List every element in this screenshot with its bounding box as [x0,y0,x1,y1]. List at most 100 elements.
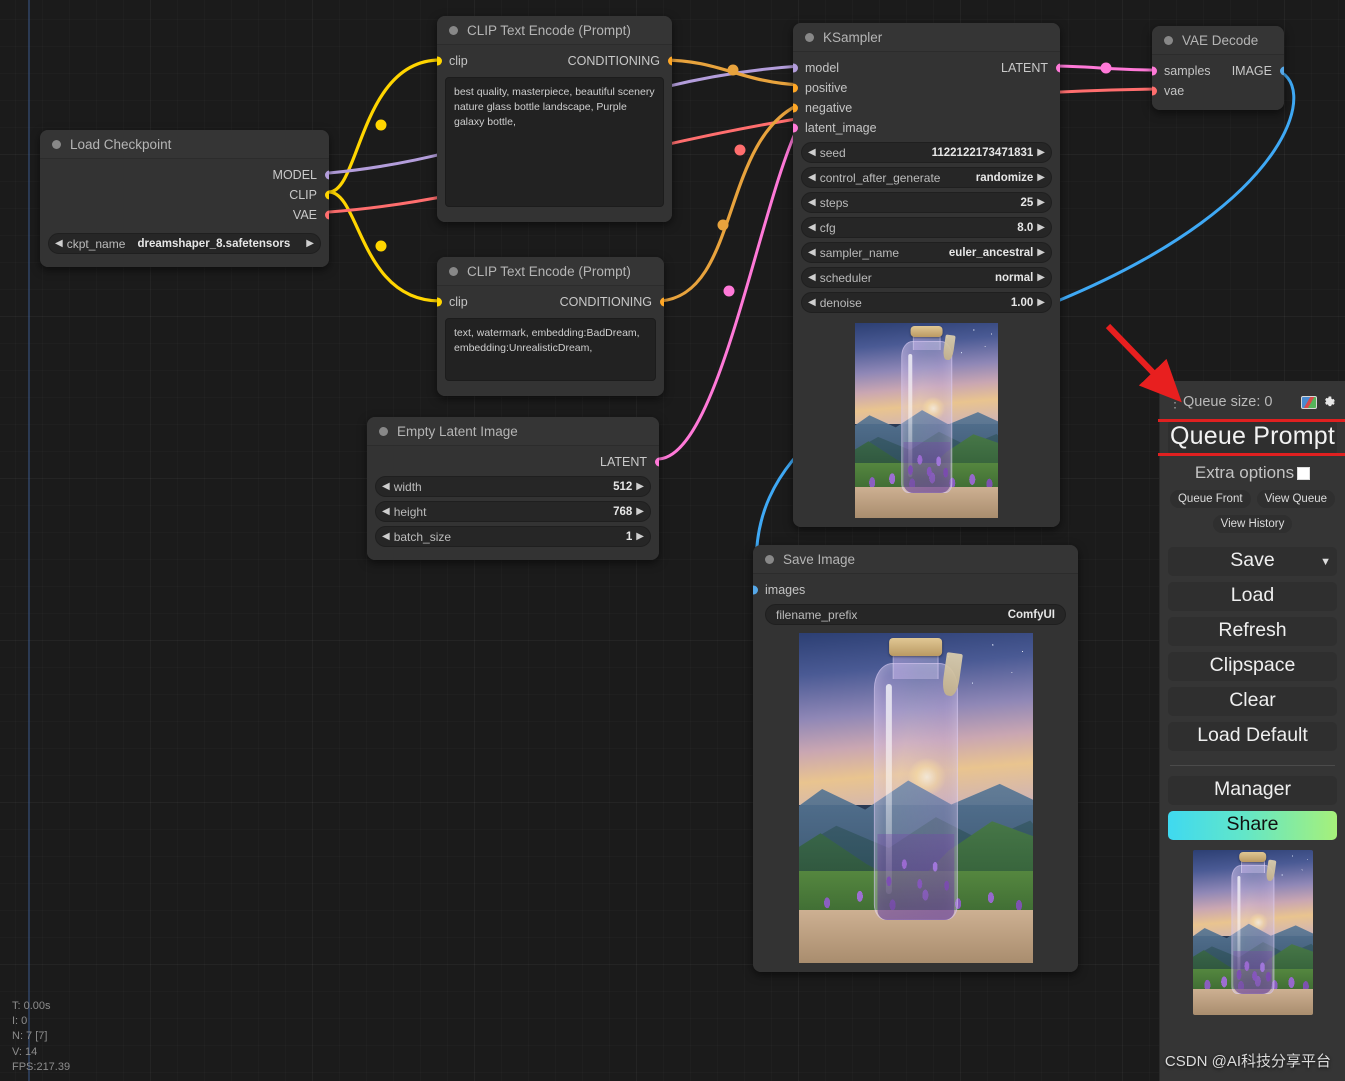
next-arrow-icon[interactable]: ▶ [306,238,314,249]
input-slot-latent-image[interactable]: latent_image [793,118,1060,138]
graph-canvas[interactable]: Load Checkpoint MODEL CLIP VAE ◀ ckpt_na… [0,0,1345,1081]
pin-image[interactable] [1279,66,1284,76]
pin-vae-in[interactable] [1152,86,1157,96]
pin-images[interactable] [753,585,758,595]
prev-arrow-icon[interactable]: ◀ [808,297,816,308]
panel-thumbnail-image[interactable] [1192,850,1313,1015]
widget-ckpt-name[interactable]: ◀ ckpt_name dreamshaper_8.safetensors ▶ [48,233,321,254]
next-arrow-icon[interactable]: ▶ [1037,172,1045,183]
load-button[interactable]: Load [1168,582,1337,611]
comfyui-menu-panel[interactable]: ⋮ Queue size: 0 Queue Prompt Extra optio… [1158,381,1345,1081]
output-slot-vae[interactable]: VAE [40,205,329,225]
prev-arrow-icon[interactable]: ◀ [382,481,390,492]
slot-row-clip-conditioning[interactable]: clip CONDITIONING [437,292,664,312]
collapse-icon[interactable] [449,25,458,35]
prev-arrow-icon[interactable]: ◀ [808,222,816,233]
clipspace-button[interactable]: Clipspace [1168,652,1337,681]
pin-vae[interactable] [324,210,329,220]
output-slot-model[interactable]: MODEL [40,165,329,185]
pin-negative[interactable] [793,103,798,113]
extra-options-checkbox[interactable] [1297,466,1311,480]
next-arrow-icon[interactable]: ▶ [1037,222,1045,233]
save-button[interactable]: Save ▼ [1168,547,1337,576]
pin-model[interactable] [324,170,329,180]
slot-row-model-latent[interactable]: model LATENT [793,58,1060,78]
slot-row-clip-conditioning[interactable]: clip CONDITIONING [437,51,672,71]
widget-sampler-name[interactable]: ◀ sampler_name euler_ancestral ▶ [801,242,1052,263]
node-title-bar[interactable]: Empty Latent Image [367,417,659,446]
widget-height[interactable]: ◀ height 768 ▶ [375,501,651,522]
pin-latent-out[interactable] [1055,63,1060,73]
slot-row-samples-image[interactable]: samples IMAGE [1152,61,1284,81]
pin-model-in[interactable] [793,63,798,73]
widget-width[interactable]: ◀ width 512 ▶ [375,476,651,497]
refresh-button[interactable]: Refresh [1168,617,1337,646]
collapse-icon[interactable] [765,554,774,564]
widget-steps[interactable]: ◀ steps 25 ▶ [801,192,1052,213]
ksampler-preview-image[interactable] [855,323,998,518]
next-arrow-icon[interactable]: ▶ [636,506,644,517]
prev-arrow-icon[interactable]: ◀ [382,531,390,542]
widget-control-after-generate[interactable]: ◀ control_after_generate randomize ▶ [801,167,1052,188]
pin-latent[interactable] [654,457,659,467]
widget-cfg[interactable]: ◀ cfg 8.0 ▶ [801,217,1052,238]
node-clip-text-encode-negative[interactable]: CLIP Text Encode (Prompt) clip CONDITION… [437,257,664,396]
clear-button[interactable]: Clear [1168,687,1337,716]
input-slot-positive[interactable]: positive [793,78,1060,98]
prev-arrow-icon[interactable]: ◀ [808,247,816,258]
node-title-bar[interactable]: KSampler [793,23,1060,52]
pin-positive[interactable] [793,83,798,93]
node-title-bar[interactable]: Save Image [753,545,1078,574]
collapse-icon[interactable] [1164,35,1173,45]
prev-arrow-icon[interactable]: ◀ [808,147,816,158]
save-image-preview[interactable] [798,633,1033,963]
widget-seed[interactable]: ◀ seed 1122122173471831 ▶ [801,142,1052,163]
widget-batch-size[interactable]: ◀ batch_size 1 ▶ [375,526,651,547]
pin-conditioning-out[interactable] [659,297,664,307]
pin-latent-image[interactable] [793,123,798,133]
node-vae-decode[interactable]: VAE Decode samples IMAGE vae [1152,26,1284,110]
collapse-icon[interactable] [379,426,388,436]
pin-clip-in[interactable] [437,297,442,307]
prev-arrow-icon[interactable]: ◀ [382,506,390,517]
gear-icon[interactable] [1322,395,1337,410]
widget-filename-prefix[interactable]: filename_prefix ComfyUI [765,604,1066,625]
node-clip-text-encode-positive[interactable]: CLIP Text Encode (Prompt) clip CONDITION… [437,16,672,222]
manager-button[interactable]: Manager [1168,776,1337,805]
image-preview-icon[interactable] [1301,395,1317,409]
node-load-checkpoint[interactable]: Load Checkpoint MODEL CLIP VAE ◀ ckpt_na… [40,130,329,267]
node-title-bar[interactable]: CLIP Text Encode (Prompt) [437,257,664,286]
pin-clip-in[interactable] [437,56,442,66]
pin-clip[interactable] [324,190,329,200]
chevron-down-icon[interactable]: ▼ [1320,556,1331,568]
node-title-bar[interactable]: Load Checkpoint [40,130,329,159]
queue-front-button[interactable]: Queue Front [1169,490,1251,508]
next-arrow-icon[interactable]: ▶ [1037,247,1045,258]
input-slot-vae[interactable]: vae [1152,81,1284,101]
pin-conditioning-out[interactable] [667,56,672,66]
load-default-button[interactable]: Load Default [1168,722,1337,751]
next-arrow-icon[interactable]: ▶ [1037,272,1045,283]
prev-arrow-icon[interactable]: ◀ [808,172,816,183]
collapse-icon[interactable] [805,32,814,42]
prompt-textarea[interactable]: best quality, masterpiece, beautiful sce… [445,77,664,207]
prev-arrow-icon[interactable]: ◀ [808,197,816,208]
input-slot-images[interactable]: images [753,580,1078,600]
prev-arrow-icon[interactable]: ◀ [808,272,816,283]
view-queue-button[interactable]: View Queue [1256,490,1336,508]
input-slot-negative[interactable]: negative [793,98,1060,118]
pin-samples[interactable] [1152,66,1157,76]
node-title-bar[interactable]: CLIP Text Encode (Prompt) [437,16,672,45]
next-arrow-icon[interactable]: ▶ [636,481,644,492]
node-empty-latent-image[interactable]: Empty Latent Image LATENT ◀ width 512 ▶ … [367,417,659,560]
next-arrow-icon[interactable]: ▶ [1037,147,1045,158]
widget-scheduler[interactable]: ◀ scheduler normal ▶ [801,267,1052,288]
output-slot-clip[interactable]: CLIP [40,185,329,205]
extra-options-row[interactable]: Extra options [1168,463,1337,483]
collapse-icon[interactable] [52,139,61,149]
output-slot-latent[interactable]: LATENT [367,452,659,472]
queue-prompt-button[interactable]: Queue Prompt [1168,419,1337,456]
node-ksampler[interactable]: KSampler model LATENT positive negative … [793,23,1060,527]
widget-denoise[interactable]: ◀ denoise 1.00 ▶ [801,292,1052,313]
view-history-button[interactable]: View History [1212,515,1293,533]
